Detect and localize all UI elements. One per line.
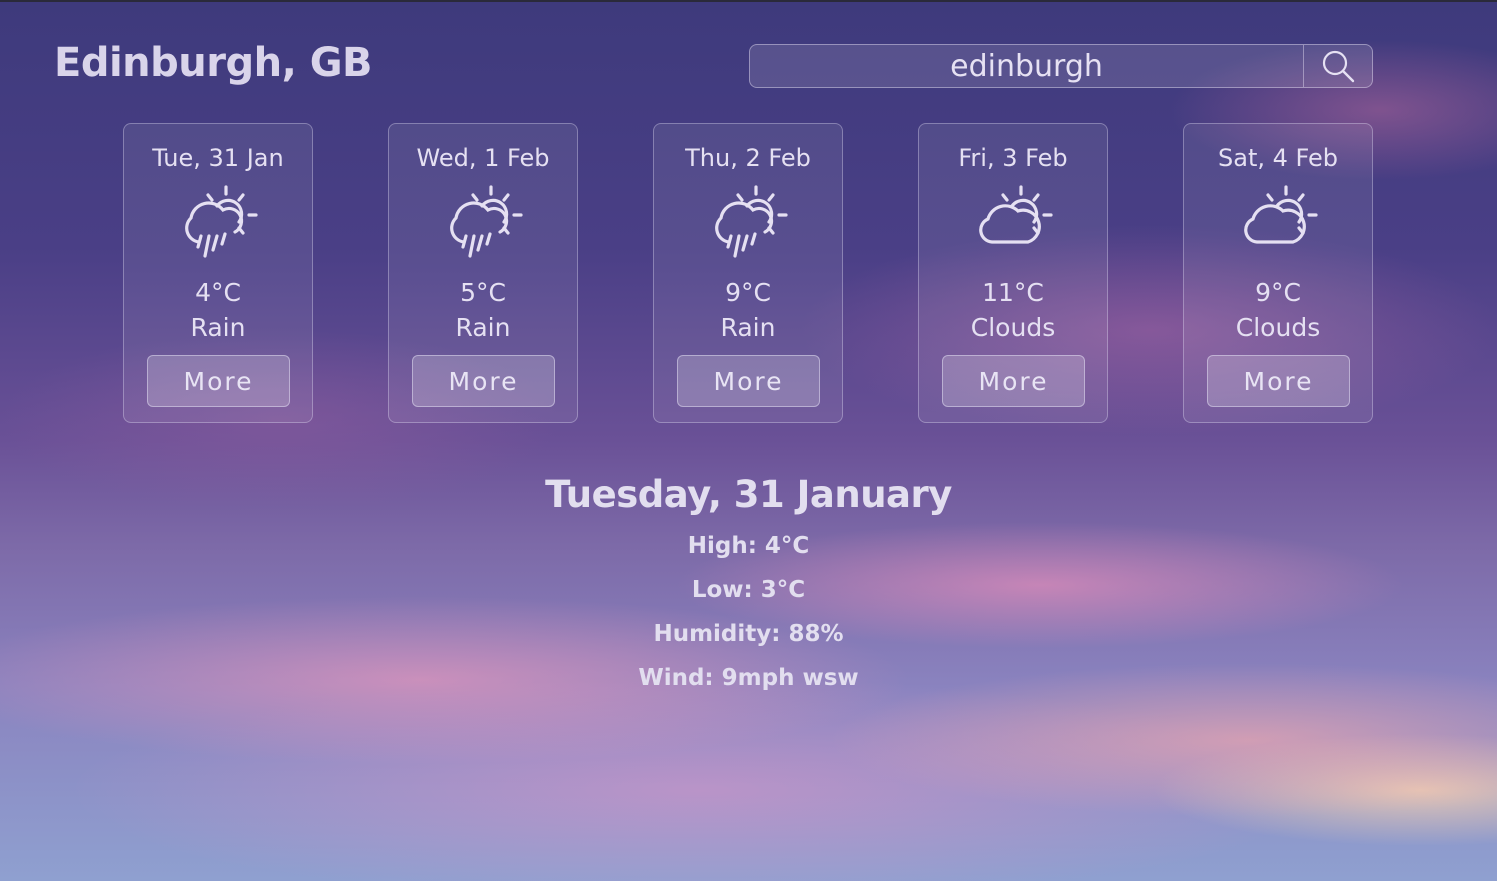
details-wind: Wind: 9mph wsw	[638, 665, 859, 691]
window-top-border	[0, 0, 1497, 2]
details-humidity: Humidity: 88%	[653, 621, 844, 647]
details-title: Tuesday, 31 January	[545, 473, 952, 516]
city-title: Edinburgh, GB	[54, 40, 373, 86]
forecast-condition: Rain	[455, 313, 511, 342]
search-input[interactable]	[750, 45, 1303, 87]
forecast-temp: 5°C	[460, 278, 506, 307]
forecast-card: Thu, 2 Feb 9°C Rain More	[653, 123, 843, 423]
more-button[interactable]: More	[147, 355, 290, 407]
cloud-sun-icon	[1244, 185, 1318, 244]
search-bar	[749, 44, 1373, 88]
forecast-date: Wed, 1 Feb	[416, 144, 550, 172]
more-button[interactable]: More	[942, 355, 1085, 407]
forecast-date: Sat, 4 Feb	[1218, 144, 1338, 172]
forecast-card: Fri, 3 Feb 11°C Clouds More	[918, 123, 1108, 423]
forecast-condition: Rain	[720, 313, 776, 342]
forecast-temp: 11°C	[982, 278, 1044, 307]
search-button[interactable]	[1303, 45, 1372, 87]
forecast-date: Thu, 2 Feb	[685, 144, 811, 172]
more-button[interactable]: More	[1207, 355, 1350, 407]
forecast-condition: Clouds	[1235, 313, 1321, 342]
forecast-temp: 9°C	[1255, 278, 1301, 307]
more-button[interactable]: More	[412, 355, 555, 407]
details-high: High: 4°C	[687, 533, 810, 559]
cloud-sun-icon	[979, 185, 1053, 244]
rain-sun-icon	[715, 185, 788, 258]
more-button[interactable]: More	[677, 355, 820, 407]
forecast-card: Tue, 31 Jan 4°C Rain More	[123, 123, 313, 423]
forecast-temp: 4°C	[195, 278, 241, 307]
forecast-card: Wed, 1 Feb 5°C Rain More	[388, 123, 578, 423]
forecast-temp: 9°C	[725, 278, 771, 307]
rain-sun-icon	[185, 185, 258, 258]
forecast-date: Fri, 3 Feb	[958, 144, 1068, 172]
day-details: Tuesday, 31 January High: 4°C Low: 3°C H…	[0, 472, 1497, 700]
rain-sun-icon	[450, 185, 523, 258]
forecast-date: Tue, 31 Jan	[152, 144, 284, 172]
forecast-card: Sat, 4 Feb 9°C Clouds More	[1183, 123, 1373, 423]
details-low: Low: 3°C	[691, 577, 806, 603]
search-icon	[1322, 50, 1355, 83]
forecast-condition: Clouds	[970, 313, 1056, 342]
forecast-condition: Rain	[190, 313, 246, 342]
